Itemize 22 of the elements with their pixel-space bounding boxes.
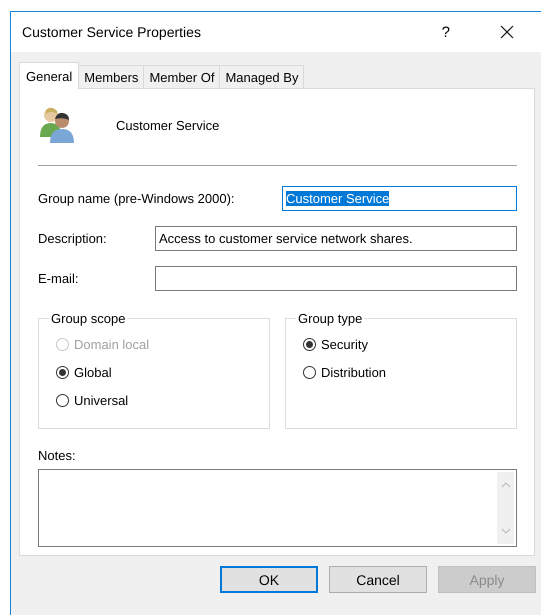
radio-option[interactable]: Global	[56, 363, 269, 382]
notes-field[interactable]	[38, 469, 517, 547]
dialog-button[interactable]: Cancel	[329, 566, 427, 593]
tab[interactable]: General	[19, 62, 80, 89]
group-box-title: Group scope	[49, 311, 128, 326]
input-field[interactable]	[155, 266, 517, 291]
radio-option[interactable]: Distribution	[303, 363, 516, 382]
input-field[interactable]: Customer Service	[282, 186, 517, 211]
group-name: Customer Service	[116, 118, 220, 132]
dialog-button[interactable]: OK	[220, 566, 318, 593]
group-box-title: Group type	[296, 311, 364, 326]
field-label: Description:	[38, 231, 108, 246]
notes-label: Notes:	[38, 448, 76, 463]
tab[interactable]: Managed By	[219, 65, 304, 88]
field-label: E-mail:	[38, 271, 80, 286]
field-label: Group name (pre-Windows 2000):	[38, 191, 236, 206]
help-button[interactable]: ?	[442, 24, 450, 40]
input-field[interactable]: Access to customer service network shares.	[155, 226, 517, 251]
radio-option[interactable]: Universal	[56, 391, 269, 410]
radio-option[interactable]: Security	[303, 335, 516, 354]
window-title: Customer Service Properties	[22, 24, 202, 40]
close-icon[interactable]	[500, 25, 514, 39]
